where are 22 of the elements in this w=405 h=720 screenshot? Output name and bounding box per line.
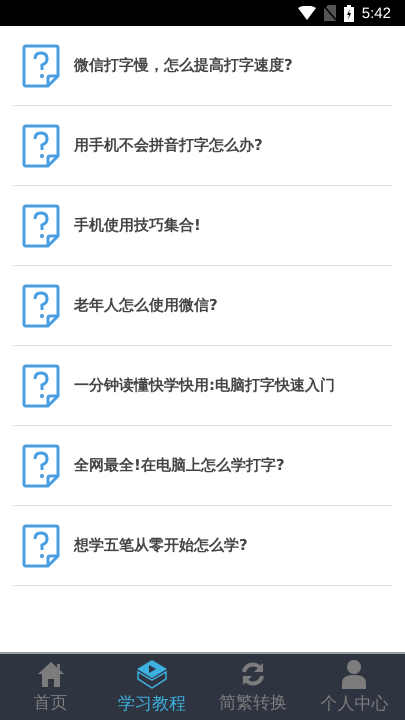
play-box-icon xyxy=(134,659,169,689)
person-icon xyxy=(340,659,368,689)
question-document-icon xyxy=(22,44,60,88)
article-title[interactable]: 老年人怎么使用微信? xyxy=(74,296,218,315)
article-title[interactable]: 用手机不会拼音打字怎么办? xyxy=(74,136,263,155)
question-document-icon xyxy=(22,524,60,568)
question-document-icon xyxy=(22,284,60,328)
article-title[interactable]: 一分钟读懂快学快用:电脑打字快速入门 xyxy=(74,376,335,395)
nav-tab[interactable]: 学习教程 xyxy=(101,654,202,720)
article-title[interactable]: 想学五笔从零开始怎么学? xyxy=(74,536,248,555)
question-document-icon xyxy=(22,364,60,408)
question-document-icon xyxy=(22,444,60,488)
clock-time: 5:42 xyxy=(362,4,391,22)
question-document-icon xyxy=(22,124,60,168)
article-title[interactable]: 手机使用技巧集合! xyxy=(74,216,201,235)
article-title[interactable]: 微信打字慢，怎么提高打字速度? xyxy=(74,56,293,75)
wifi-icon xyxy=(298,6,316,20)
article-title[interactable]: 全网最全!在电脑上怎么学打字? xyxy=(74,456,285,475)
home-icon xyxy=(36,660,66,688)
no-sim-icon xyxy=(324,5,336,21)
question-document-icon xyxy=(22,204,60,248)
battery-charging-icon xyxy=(344,4,354,22)
